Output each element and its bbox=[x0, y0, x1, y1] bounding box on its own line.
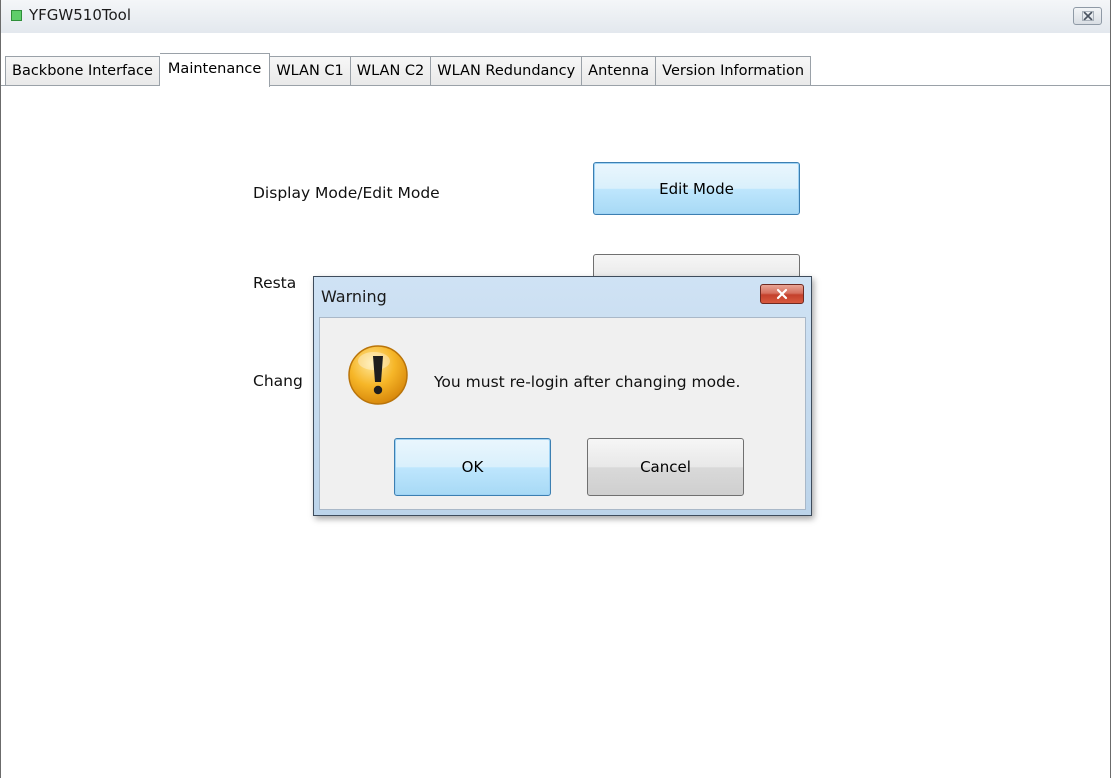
tab-wlan-redundancy[interactable]: WLAN Redundancy bbox=[431, 56, 583, 86]
dialog-message: You must re-login after changing mode. bbox=[434, 373, 741, 391]
dialog-close-button[interactable] bbox=[760, 284, 804, 304]
tab-backbone-interface[interactable]: Backbone Interface bbox=[5, 56, 160, 86]
app-window: YFGW510Tool Backbone Interface Maintenan… bbox=[0, 0, 1111, 778]
edit-mode-button[interactable]: Edit Mode bbox=[593, 162, 800, 215]
dialog-title: Warning bbox=[321, 287, 387, 306]
close-icon bbox=[776, 288, 788, 300]
window-close-button[interactable] bbox=[1073, 7, 1102, 25]
cancel-button[interactable]: Cancel bbox=[587, 438, 744, 496]
window-title: YFGW510Tool bbox=[29, 6, 132, 24]
ok-button[interactable]: OK bbox=[394, 438, 551, 496]
tab-list: Backbone Interface Maintenance WLAN C1 W… bbox=[5, 53, 812, 87]
dialog-body: You must re-login after changing mode. O… bbox=[319, 317, 806, 510]
dialog-titlebar[interactable]: Warning bbox=[314, 277, 811, 317]
tab-wlan-c2[interactable]: WLAN C2 bbox=[350, 56, 432, 86]
close-icon bbox=[1081, 11, 1094, 21]
change-label: Chang bbox=[253, 372, 303, 390]
tab-strip: Backbone Interface Maintenance WLAN C1 W… bbox=[1, 33, 1110, 87]
warning-dialog: Warning You must re-login after changing… bbox=[313, 276, 812, 516]
tab-wlan-c1[interactable]: WLAN C1 bbox=[270, 56, 351, 86]
restart-label: Resta bbox=[253, 274, 297, 292]
display-mode-label: Display Mode/Edit Mode bbox=[253, 184, 440, 202]
tab-version-information[interactable]: Version Information bbox=[656, 56, 812, 86]
tab-maintenance[interactable]: Maintenance bbox=[159, 53, 271, 87]
tab-antenna[interactable]: Antenna bbox=[582, 56, 657, 86]
window-titlebar[interactable]: YFGW510Tool bbox=[1, 0, 1110, 34]
app-icon bbox=[11, 10, 22, 21]
warning-icon bbox=[348, 345, 408, 405]
